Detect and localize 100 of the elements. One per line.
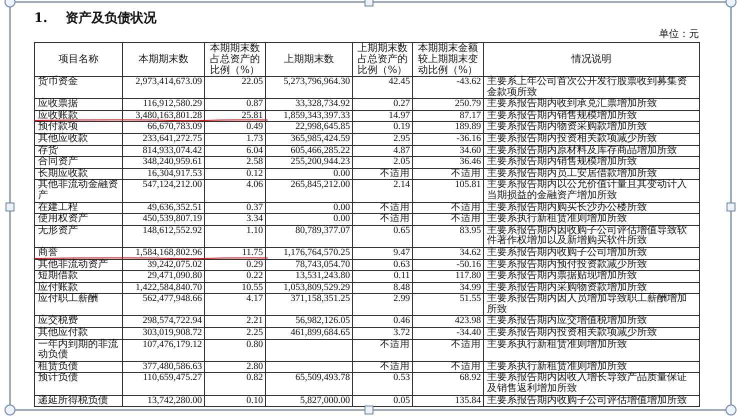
- table-cell: 34.99: [412, 282, 484, 294]
- table-cell: 不适用: [412, 361, 484, 373]
- table-cell: 33,328,734.92: [266, 98, 352, 110]
- table-cell: 68.92: [412, 372, 484, 396]
- table-cell: 主要系报告期内员工安居借款增加所致: [484, 168, 700, 180]
- resize-handle[interactable]: [6, 202, 14, 212]
- table-cell: 814,933,074.42: [122, 145, 204, 157]
- resize-handle[interactable]: [726, 0, 736, 8]
- table-cell: 其他应收款: [34, 133, 122, 146]
- table-cell: 298,574,722.94: [122, 316, 204, 328]
- table-cell: 39,242,075.02: [122, 259, 204, 271]
- table-cell: 4.87: [352, 145, 412, 157]
- table-cell: 83.95: [412, 225, 484, 248]
- table-cell: 36.46: [412, 156, 484, 168]
- table-cell: 主要系报告期内投资相关款项减少所致: [484, 328, 700, 340]
- table-cell: 主要系报告期内以公允价值计量且其变动计入当期损益的金融资产增加所致: [484, 180, 700, 202]
- table-cell: 34.62: [412, 247, 484, 259]
- table-cell: 0.12: [204, 168, 266, 180]
- table-cell: 66,670,783.09: [122, 122, 204, 134]
- table-cell: 0.63: [352, 259, 412, 271]
- table-cell: 4.17: [204, 294, 266, 316]
- table-cell: 0.80: [204, 339, 266, 362]
- table-cell: 9.47: [352, 247, 412, 259]
- table-cell: 3.34: [204, 214, 266, 226]
- table-cell: 461,899,684.65: [266, 328, 352, 340]
- table-cell: 主要系报告期内收到承兑汇票增加所致: [484, 98, 700, 110]
- table-cell: 42.45: [352, 76, 412, 99]
- table-cell: 11.75: [204, 247, 266, 259]
- table-cell: 365,985,424.59: [266, 133, 352, 146]
- resize-handle[interactable]: [364, 406, 374, 414]
- table-cell: 2.99: [352, 294, 412, 316]
- table-cell: 0.49: [204, 122, 266, 134]
- table-cell: 348,240,959.61: [122, 156, 204, 168]
- table-cell: 6.04: [204, 145, 266, 157]
- table-cell: 255,200,944.23: [266, 156, 352, 168]
- table-cell: 1,422,584,840.70: [122, 282, 204, 294]
- table-cell: 4.06: [204, 180, 266, 202]
- table-cell: -34.40: [412, 328, 484, 340]
- table-cell: -36.16: [412, 133, 484, 146]
- table-cell: 无形资产: [34, 225, 122, 248]
- table-cell: 0.27: [352, 98, 412, 110]
- table-cell: 应付职工薪酬: [34, 294, 122, 316]
- table-cell: 0.11: [352, 270, 412, 282]
- resize-handle[interactable]: [364, 0, 374, 6]
- table-cell: 主要系报告期内采购物资款增加所致: [484, 282, 700, 294]
- table-cell: 货币资金: [34, 76, 122, 99]
- table-cell: 8.48: [352, 282, 412, 294]
- table-cell: 250.79: [412, 98, 484, 110]
- table-cell: 10.55: [204, 282, 266, 294]
- table-cell: 5,273,796,964.30: [266, 76, 352, 99]
- table-cell: 主要系报告期内应交增值税增加所致: [484, 316, 700, 328]
- table-cell: 0.53: [352, 372, 412, 396]
- table-cell: 不适用: [412, 168, 484, 180]
- column-header: 本期期末数占总资产的比例（%）: [204, 42, 266, 76]
- table-cell: 189.89: [412, 122, 484, 134]
- table-cell: 0.19: [352, 122, 412, 134]
- table-cell: 148,612,552.92: [122, 225, 204, 248]
- resize-handle[interactable]: [4, 0, 16, 8]
- table-cell: 短期借款: [34, 270, 122, 282]
- table-cell: 主要系报告期内销售规模增加所致: [484, 156, 700, 168]
- table-cell: 长期应收款: [34, 168, 122, 180]
- table-cell: 56,982,126.05: [266, 316, 352, 328]
- column-header: 上期期末数占总资产的比例（%）: [352, 42, 412, 76]
- section-number: 1.: [34, 11, 48, 27]
- table-cell: 265,845,212.00: [266, 180, 352, 202]
- resize-handle[interactable]: [726, 202, 736, 212]
- table-cell: 2.25: [204, 328, 266, 340]
- table-cell: 2.95: [352, 133, 412, 146]
- table-cell: 80,789,377.07: [266, 225, 352, 248]
- table-cell: 预付款项: [34, 122, 122, 134]
- table-cell: 主要系报告期内物资采购款增加所致: [484, 122, 700, 134]
- unit-label: 单位：元: [659, 29, 699, 41]
- table-cell: 主要系报告期内因收入增长导致产品质量保证及销售返利增加所致: [484, 372, 700, 396]
- table-cell: 22.05: [204, 76, 266, 99]
- table-cell: 主要系报告期内销售规模增加所致: [484, 110, 700, 122]
- table-cell: 0.00: [266, 214, 352, 226]
- table-cell: 0.82: [204, 372, 266, 396]
- table-cell: 2,973,414,673.09: [122, 76, 204, 99]
- resize-handle[interactable]: [4, 404, 16, 416]
- table-cell: 1.73: [204, 133, 266, 146]
- table-cell: 主要系报告期内票据贴现增加所致: [484, 270, 700, 282]
- table-cell: 递延所得税负债: [34, 395, 122, 407]
- table-cell: 34.60: [412, 145, 484, 157]
- table-cell: 0.87: [204, 98, 266, 110]
- table-cell: 78,743,054.70: [266, 259, 352, 271]
- table-cell: 主要系报告期内收购子公司增加所致: [484, 247, 700, 259]
- table-cell: 547,124,212.00: [122, 180, 204, 202]
- table-cell: 主要系报告期内因人员增加导致职工薪酬增加所致: [484, 294, 700, 316]
- table-cell: 16,304,917.53: [122, 168, 204, 180]
- column-header: 情况说明: [484, 42, 700, 76]
- table-cell: 371,158,351.25: [266, 294, 352, 316]
- table-cell: 25.81: [204, 110, 266, 122]
- table-cell: 105.81: [412, 180, 484, 202]
- table-cell: 117.80: [412, 270, 484, 282]
- table-cell: 主要系报告期内预付投资款减少所致: [484, 259, 700, 271]
- table-cell: 主要系报告期内因收购子公司评估增值导致软件著作权增加以及新增购买软件所致: [484, 225, 700, 248]
- resize-handle[interactable]: [726, 404, 736, 416]
- table-cell: 1.10: [204, 225, 266, 248]
- table-cell: 0.46: [352, 316, 412, 328]
- table-cell: 1,176,764,570.25: [266, 247, 352, 259]
